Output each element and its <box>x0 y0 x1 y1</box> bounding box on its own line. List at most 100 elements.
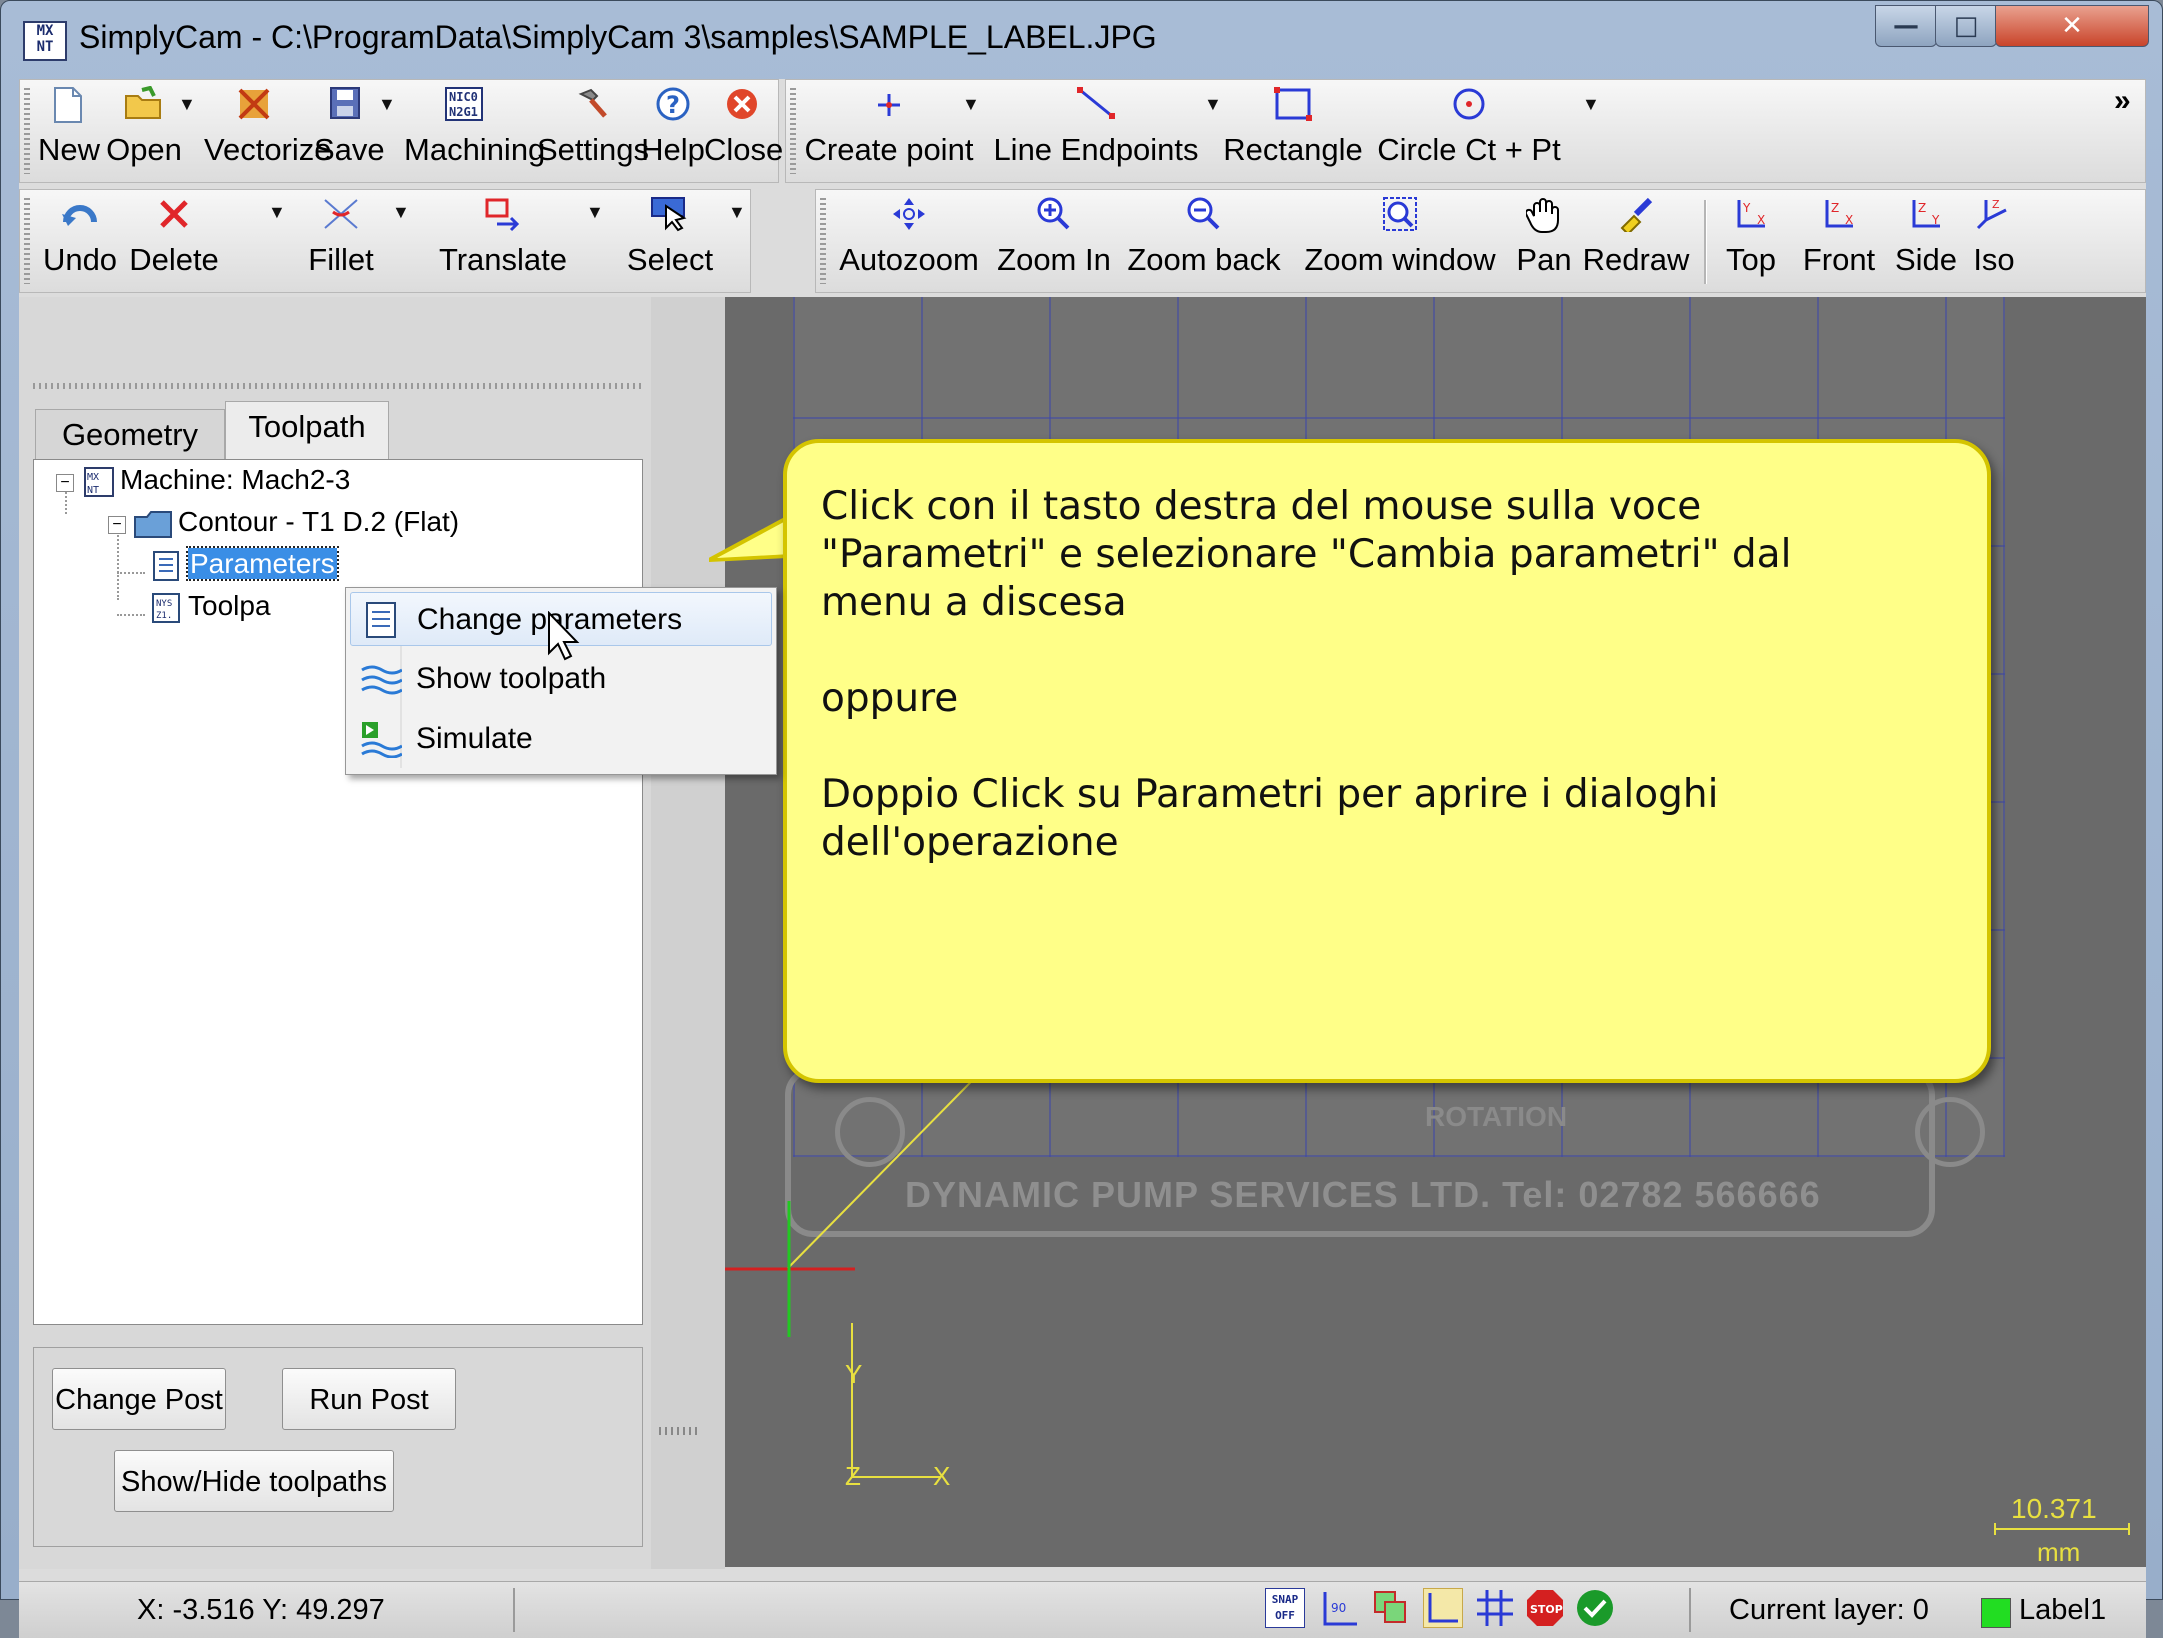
panel-splitter[interactable] <box>651 297 725 1569</box>
layer-name[interactable]: Label1 <box>2019 1594 2106 1627</box>
close-window-button[interactable]: ✕ <box>1995 5 2149 47</box>
app-icon: MX NT <box>23 21 67 61</box>
fillet-icon <box>296 196 386 242</box>
fillet-button[interactable]: Fillet <box>296 196 386 288</box>
tab-geometry[interactable]: Geometry <box>35 409 225 459</box>
left-panel: Geometry Toolpath − MX NT Machine: Mach2-3… <box>19 297 651 1569</box>
file-toolbar: New Open ▼ Vectorize Save ▼ NIC0 N2G1 Mac… <box>19 79 784 183</box>
front-view-button[interactable]: ZX Front <box>1794 196 1884 288</box>
fillet-dropdown-icon[interactable]: ▼ <box>392 202 410 223</box>
tree-item-toolpath[interactable]: NYS Z1. Toolpa <box>150 590 271 624</box>
translate-button[interactable]: Translate <box>428 196 578 288</box>
redraw-button[interactable]: Redraw <box>1580 196 1692 288</box>
select-dropdown-icon[interactable]: ▼ <box>728 202 746 223</box>
tab-toolpath[interactable]: Toolpath <box>225 401 389 459</box>
close-label: Close <box>704 132 784 167</box>
grid-toggle-icon[interactable] <box>1475 1588 1515 1628</box>
machine-icon: MX NT <box>84 466 114 497</box>
autozoom-icon <box>834 196 984 242</box>
layers-icon[interactable] <box>1371 1588 1411 1628</box>
show-hide-toolpaths-button[interactable]: Show/Hide toolpaths <box>114 1450 394 1512</box>
undo-button[interactable]: Undo <box>38 196 122 288</box>
layer-color-swatch[interactable] <box>1981 1598 2011 1628</box>
pan-hand-icon <box>1512 196 1576 242</box>
application-window: MX NT SimplyCam - C:\ProgramData\SimplyC… <box>0 0 2163 1638</box>
translate-dropdown-icon[interactable]: ▼ <box>586 202 604 223</box>
pan-button[interactable]: Pan <box>1512 196 1576 288</box>
delete-dropdown-icon[interactable]: ▼ <box>268 202 286 223</box>
new-button[interactable]: New <box>38 86 100 178</box>
undo-label: Undo <box>42 242 118 277</box>
rectangle-label: Rectangle <box>1223 132 1363 167</box>
iso-view-button[interactable]: Z Iso <box>1966 196 2022 288</box>
rectangle-button[interactable]: Rectangle <box>1218 86 1368 178</box>
svg-text:Y: Y <box>1931 213 1940 227</box>
toolbar-overflow-icon[interactable]: » <box>2114 84 2131 118</box>
toolbar-grip[interactable] <box>24 88 30 174</box>
save-dropdown-icon[interactable]: ▼ <box>378 94 396 115</box>
svg-text:Z1.: Z1. <box>156 611 172 621</box>
close-button[interactable]: Close <box>704 86 784 178</box>
zoom-window-button[interactable]: Zoom window <box>1294 196 1506 288</box>
collapse-machine-icon[interactable]: − <box>56 474 74 492</box>
ok-check-icon[interactable] <box>1575 1588 1615 1628</box>
machining-icon: NIC0 N2G1 <box>404 86 524 132</box>
zoom-in-button[interactable]: Zoom In <box>992 196 1116 288</box>
contour-folder-icon <box>134 510 172 538</box>
snap-off-icon[interactable]: SNAP OFF <box>1265 1588 1305 1628</box>
circle-button[interactable]: Circle Ct + Pt <box>1374 86 1564 178</box>
snap-off-label: SNAP OFF <box>1265 1588 1305 1628</box>
create-point-button[interactable]: Create point <box>804 86 974 178</box>
toolbar-grip[interactable] <box>820 198 826 284</box>
toolbar-grip[interactable] <box>24 198 30 284</box>
change-post-button[interactable]: Change Post <box>52 1368 226 1430</box>
rectangle-icon <box>1218 86 1368 132</box>
point-dropdown-icon[interactable]: ▼ <box>962 94 980 115</box>
help-label: Help <box>641 132 705 167</box>
help-button[interactable]: ? Help <box>636 86 710 178</box>
save-button[interactable]: Save <box>314 86 385 178</box>
point-icon <box>804 86 974 132</box>
title-bar[interactable]: MX NT SimplyCam - C:\ProgramData\SimplyC… <box>1 1 2162 77</box>
svg-text:Y: Y <box>1742 201 1751 215</box>
tree-item-machine[interactable]: MX NT Machine: Mach2-3 <box>84 464 350 497</box>
open-button[interactable]: Open <box>104 85 184 178</box>
delete-button[interactable]: Delete <box>124 196 224 288</box>
minimize-button[interactable]: — <box>1875 5 1937 47</box>
settings-button[interactable]: Settings <box>534 86 652 178</box>
menu-item-simulate[interactable]: Simulate <box>350 712 772 766</box>
open-dropdown-icon[interactable]: ▼ <box>178 94 196 115</box>
panel-grip[interactable] <box>33 383 643 389</box>
zoom-back-button[interactable]: Zoom back <box>1122 196 1286 288</box>
axes-toggle-icon[interactable] <box>1423 1588 1463 1628</box>
scale-value: 10.371 <box>2011 1493 2097 1524</box>
toolbar-grip[interactable] <box>790 88 796 174</box>
open-folder-icon <box>104 85 184 132</box>
maximize-button[interactable]: □ <box>1935 5 1997 47</box>
autozoom-button[interactable]: Autozoom <box>834 196 984 288</box>
close-icon: ✕ <box>2061 11 2083 41</box>
status-separator <box>513 1588 515 1632</box>
translate-label: Translate <box>438 242 568 277</box>
current-layer-text: Current layer: 0 <box>1729 1594 1929 1626</box>
contour-label: Contour - T1 D.2 (Flat) <box>178 506 460 537</box>
tree-item-contour[interactable]: Contour - T1 D.2 (Flat) <box>134 506 459 539</box>
splitter-grip[interactable] <box>659 1427 699 1435</box>
delete-x-icon <box>124 196 224 242</box>
stop-icon[interactable]: STOP <box>1525 1588 1565 1628</box>
side-view-icon: ZY <box>1890 196 1962 242</box>
machining-button[interactable]: NIC0 N2G1 Machining <box>404 86 545 178</box>
line-endpoints-button[interactable]: Line Endpoints <box>990 86 1202 178</box>
collapse-contour-icon[interactable]: − <box>108 516 126 534</box>
angle-snap-icon[interactable]: 90 <box>1319 1588 1359 1628</box>
side-view-button[interactable]: ZY Side <box>1890 196 1962 288</box>
translate-icon <box>428 196 578 242</box>
side-view-label: Side <box>1894 242 1958 277</box>
circle-dropdown-icon[interactable]: ▼ <box>1582 94 1600 115</box>
run-post-button[interactable]: Run Post <box>282 1368 456 1430</box>
select-button[interactable]: Select <box>616 196 724 288</box>
iso-view-label: Iso <box>1973 242 2015 277</box>
top-view-button[interactable]: YX Top <box>1716 196 1786 288</box>
vectorize-button[interactable]: Vectorize <box>204 86 332 178</box>
tree-item-parameters[interactable]: Parameters <box>150 546 339 582</box>
